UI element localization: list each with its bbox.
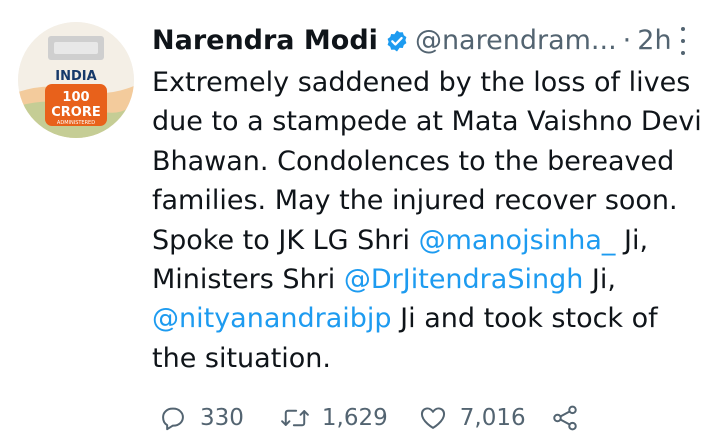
tweet-text: Extremely saddened by the loss of lives d… xyxy=(152,63,712,378)
tweet-timestamp[interactable]: 2h xyxy=(637,18,671,64)
separator-dot: · xyxy=(622,25,632,56)
mention-link[interactable]: @manojsinha_ xyxy=(419,225,616,256)
tweet-text-line: due to a stampede at Mata Vaishno Devi xyxy=(152,102,712,141)
tweet-text-segment: Ji, xyxy=(583,264,616,296)
tweet-text-line: the situation. xyxy=(152,339,712,378)
avatar-image: INDIA 100 CRORE ADMINISTERED xyxy=(18,22,134,138)
avatar-badge-line-1: INDIA xyxy=(55,69,96,84)
like-button[interactable]: 7,016 xyxy=(418,403,526,433)
reply-icon xyxy=(158,403,188,433)
avatar[interactable]: INDIA 100 CRORE ADMINISTERED xyxy=(18,22,134,138)
avatar-badge-line-3: CRORE xyxy=(51,105,101,120)
like-count: 7,016 xyxy=(459,405,526,431)
reply-button[interactable]: 330 xyxy=(158,403,244,433)
author-handle[interactable]: @narendram... xyxy=(415,18,617,64)
share-icon xyxy=(550,403,580,433)
mention-link[interactable]: @DrJitendraSingh xyxy=(344,264,583,295)
retweet-icon xyxy=(280,403,310,433)
tweet-text-line: @nityanandraibjp Ji and took stock of xyxy=(152,299,712,338)
tweet-text-line: Bhawan. Condolences to the bereaved xyxy=(152,142,712,181)
tweet-text-line: families. May the injured recover soon. xyxy=(152,181,712,220)
tweet-actions: 330 1,629 7,016 xyxy=(158,398,580,438)
tweet-text-segment: Ji and took stock of xyxy=(391,303,658,335)
tweet-text-segment: families. May the injured recover soon. xyxy=(152,185,678,217)
tweet-text-segment: Ministers Shri xyxy=(152,264,344,296)
reply-count: 330 xyxy=(200,405,244,431)
tweet-text-segment: the situation. xyxy=(152,342,332,374)
tweet-header: Narendra Modi @narendram... · 2h xyxy=(152,18,700,64)
tweet-text-segment: Spoke to JK LG Shri xyxy=(152,224,419,256)
tweet-text-line: Extremely saddened by the loss of lives xyxy=(152,63,712,102)
tweet-text-segment: Extremely saddened by the loss of lives xyxy=(152,67,691,98)
tweet-text-line: Spoke to JK LG Shri @manojsinha_ Ji, xyxy=(152,221,712,260)
tweet-text-segment: due to a stampede at Mata Vaishno Devi xyxy=(152,106,702,138)
retweet-button[interactable]: 1,629 xyxy=(280,403,388,433)
verified-badge-icon xyxy=(385,29,409,53)
author-name[interactable]: Narendra Modi xyxy=(152,18,378,64)
share-button[interactable] xyxy=(550,403,580,433)
heart-icon xyxy=(418,403,448,433)
tweet-text-line: Ministers Shri @DrJitendraSingh Ji, xyxy=(152,260,712,299)
mention-link[interactable]: @nityanandraibjp xyxy=(152,303,392,334)
tweet-text-segment: Ji, xyxy=(615,224,649,256)
retweet-count: 1,629 xyxy=(321,405,388,431)
tweet-text-segment: Bhawan. Condolences to the bereaved xyxy=(152,145,675,177)
more-options-icon[interactable] xyxy=(676,27,690,55)
avatar-badge-line-4: ADMINISTERED xyxy=(57,120,95,126)
avatar-badge-line-2: 100 xyxy=(62,90,89,105)
